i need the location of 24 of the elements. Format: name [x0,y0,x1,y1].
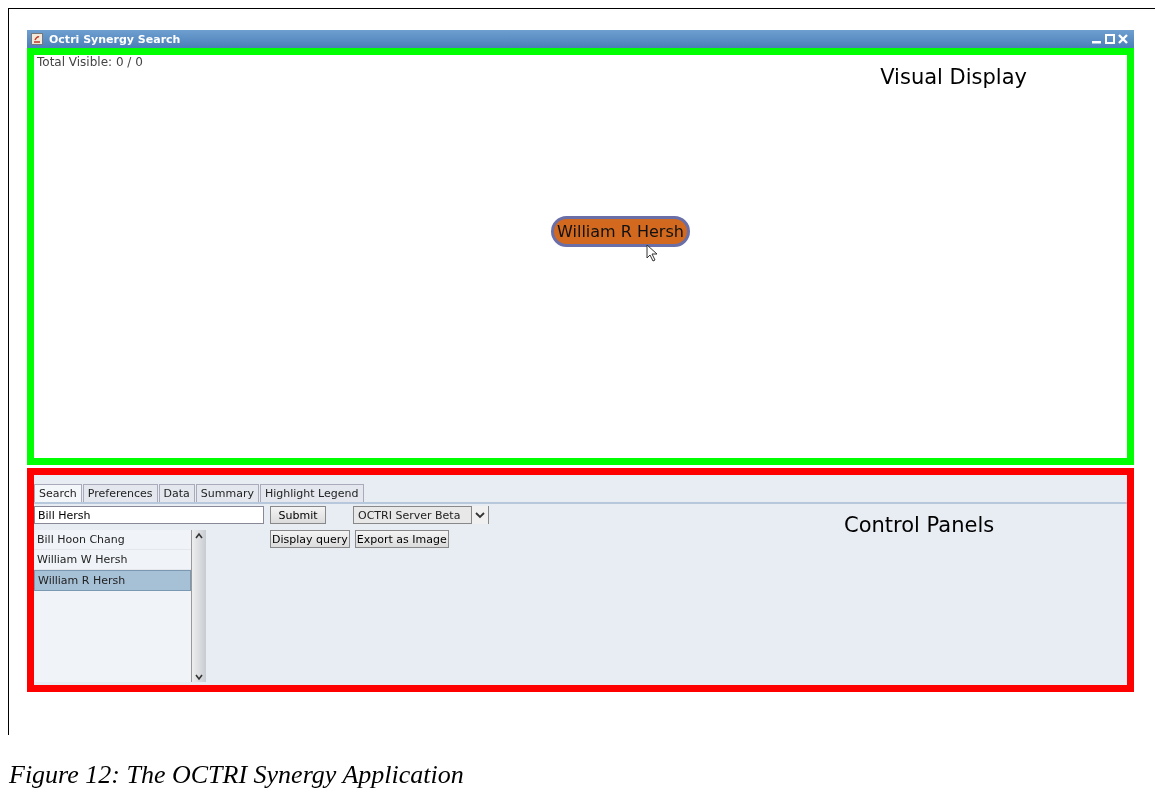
result-item[interactable]: William R Hersh [34,570,191,591]
total-visible-label: Total Visible: 0 / 0 [37,55,143,69]
search-field[interactable]: Bill Hersh [34,506,264,524]
tab[interactable]: Summary [195,484,259,502]
graph-node[interactable]: William R Hersh [551,216,690,247]
tab[interactable]: Data [158,484,195,502]
tab[interactable]: Highlight Legend [259,484,364,502]
tab[interactable]: Search [34,484,82,502]
tab[interactable]: Preferences [82,484,158,502]
action-button[interactable]: Export as Image [354,530,449,548]
window-title: Octri Synergy Search [49,32,181,46]
maximize-icon[interactable] [1105,34,1115,44]
server-dropdown[interactable]: OCTRI Server Beta [353,506,489,524]
panel-annotation: Visual Display [880,65,1027,91]
close-icon[interactable] [1118,34,1128,44]
scroll-down-icon[interactable] [193,672,205,682]
scrollbar[interactable] [191,530,206,682]
submit-button[interactable]: Submit [270,506,326,524]
cursor-icon [646,244,658,262]
caret-icon[interactable] [471,506,488,524]
panel-annotation: Control Panels [844,513,995,539]
app-icon [31,33,43,45]
action-button[interactable]: Display query [270,530,350,548]
figure-caption: Figure 12: The OCTRI Synergy Application [9,760,464,790]
